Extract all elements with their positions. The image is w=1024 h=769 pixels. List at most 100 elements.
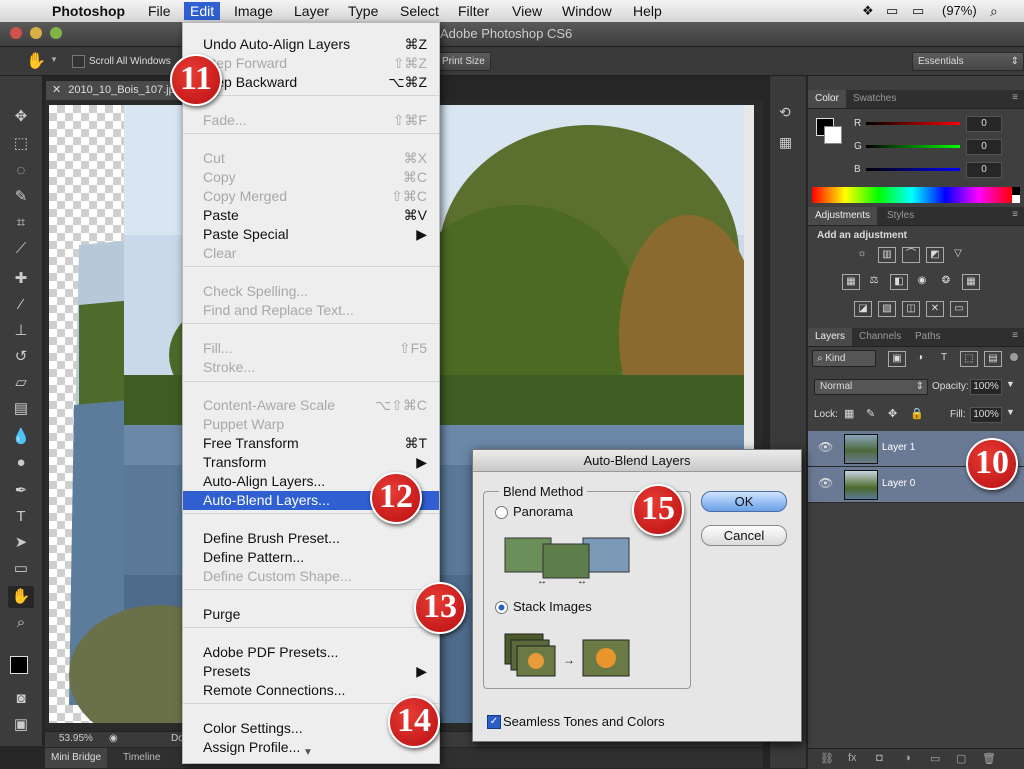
visibility-eye-icon[interactable]: 👁 [818, 476, 833, 490]
fx-icon[interactable]: fx [848, 752, 857, 764]
layer-kind-filter[interactable]: ⌕ Kind [812, 350, 876, 367]
green-value-input[interactable]: 0 [966, 139, 1002, 155]
workspace-select[interactable]: Essentials ⇕ [912, 52, 1024, 71]
menu-help[interactable]: Help [627, 2, 668, 20]
tab-color[interactable]: Color [808, 90, 846, 108]
fill-dropdown-icon[interactable]: ▼ [1006, 407, 1015, 417]
print-size-button[interactable]: Print Size [436, 52, 491, 71]
delete-layer-icon[interactable]: 🗑 [982, 752, 996, 765]
layer-name[interactable]: Layer 0 [882, 478, 915, 489]
menu-layer[interactable]: Layer [288, 2, 335, 20]
lock-position-icon[interactable]: ✥ [888, 407, 897, 420]
menu-edit[interactable]: Edit [184, 2, 221, 20]
spectrum-black[interactable] [1012, 187, 1020, 195]
edit-menu-item[interactable]: Adobe PDF Presets... [183, 643, 439, 662]
exposure-icon[interactable]: ◩ [926, 247, 944, 263]
edit-menu-item[interactable]: Fill... ⇧F5 [183, 339, 439, 358]
properties-panel-icon[interactable]: ▦ [779, 134, 792, 151]
edit-menu-item[interactable]: Cut ⌘X [183, 149, 439, 168]
panel-menu-icon[interactable]: ≡ [1012, 92, 1018, 103]
edit-menu-item[interactable]: Paste Special ▶ [183, 225, 439, 244]
edit-menu-item[interactable]: Define Pattern... [183, 548, 439, 567]
color-balance-icon[interactable]: ⚖ [866, 274, 882, 288]
stack-images-radio[interactable] [495, 601, 508, 614]
lock-pixels-icon[interactable]: ✎ [866, 407, 875, 420]
filter-pixel-icon[interactable]: ▣ [888, 351, 906, 367]
spectrum-white[interactable] [1012, 195, 1020, 203]
tool-preset-dropdown-icon[interactable]: ▼ [50, 55, 58, 64]
edit-menu-item[interactable]: Clear [183, 244, 439, 263]
tab-channels[interactable]: Channels [852, 328, 908, 346]
curves-icon[interactable]: ⌒ [902, 247, 920, 263]
edit-menu-item[interactable]: Fade... ⇧⌘F [183, 111, 439, 130]
lasso-tool-icon[interactable]: ◌ [8, 160, 34, 182]
menu-scroll-down-icon[interactable]: ▼ [303, 747, 313, 758]
crop-tool-icon[interactable]: ⌗ [8, 212, 34, 234]
visibility-eye-icon[interactable]: 👁 [818, 440, 833, 454]
clone-stamp-tool-icon[interactable]: ⊥ [8, 320, 34, 342]
pen-tool-icon[interactable]: ✒ [8, 480, 34, 502]
eraser-tool-icon[interactable]: ▱ [8, 372, 34, 394]
tab-layers[interactable]: Layers [808, 328, 853, 346]
path-selection-tool-icon[interactable]: ➤ [8, 532, 34, 554]
gradient-tool-icon[interactable]: ▤ [8, 398, 34, 420]
add-mask-icon[interactable]: ◘ [876, 752, 883, 764]
blend-mode-select[interactable]: Normal ⇕ [814, 379, 928, 395]
quick-selection-tool-icon[interactable]: ✎ [8, 186, 34, 208]
menu-select[interactable]: Select [394, 2, 445, 20]
edit-menu-item[interactable]: Content-Aware Scale ⌥⇧⌘C [183, 396, 439, 415]
black-white-icon[interactable]: ◧ [890, 274, 908, 290]
dodge-tool-icon[interactable]: ● [8, 452, 34, 474]
lock-all-icon[interactable]: 🔒 [910, 407, 924, 420]
color-lookup-icon[interactable]: ▦ [962, 274, 980, 290]
spotlight-search-icon[interactable]: ⌕ [990, 3, 998, 20]
opacity-input[interactable]: 100% [970, 379, 1002, 395]
dropbox-icon[interactable]: ❖ [862, 3, 874, 19]
scroll-all-windows-checkbox[interactable] [72, 55, 85, 68]
edit-menu-item[interactable]: Copy Merged ⇧⌘C [183, 187, 439, 206]
history-brush-tool-icon[interactable]: ↺ [8, 346, 34, 368]
apple-icon[interactable] [12, 2, 24, 20]
tab-timeline[interactable]: Timeline [117, 748, 166, 768]
link-layers-icon[interactable]: ⛓ [820, 752, 834, 765]
selective-color-icon[interactable]: ✕ [926, 301, 944, 317]
battery-icon[interactable]: ▭ [912, 3, 924, 19]
tab-swatches[interactable]: Swatches [846, 90, 903, 108]
brightness-contrast-icon[interactable]: ☼ [854, 247, 870, 261]
document-tab[interactable]: ✕ 2010_10_Bois_107.jp [45, 80, 183, 100]
blue-value-input[interactable]: 0 [966, 162, 1002, 178]
hand-tool-icon[interactable]: ✋ [26, 51, 46, 71]
new-group-icon[interactable]: ▭ [930, 752, 940, 765]
tab-paths[interactable]: Paths [908, 328, 948, 346]
panorama-radio[interactable] [495, 506, 508, 519]
green-slider[interactable] [866, 145, 960, 148]
filter-smart-object-icon[interactable]: ▤ [984, 351, 1002, 367]
new-layer-icon[interactable]: ▢ [956, 752, 966, 765]
screen-mode-icon[interactable]: ▣ [8, 714, 34, 736]
edit-menu-item[interactable]: Purge [183, 605, 439, 624]
hue-saturation-icon[interactable]: ▦ [842, 274, 860, 290]
photo-filter-icon[interactable]: ◉ [914, 274, 930, 288]
ok-button[interactable]: OK [701, 491, 787, 512]
healing-brush-tool-icon[interactable]: ✚ [8, 268, 34, 290]
close-window-button[interactable] [10, 27, 22, 39]
levels-icon[interactable]: ▥ [878, 247, 896, 263]
menu-view[interactable]: View [506, 2, 548, 20]
edit-menu-item[interactable]: Puppet Warp [183, 415, 439, 434]
edit-menu-item[interactable]: Stroke... [183, 358, 439, 377]
menu-type[interactable]: Type [342, 2, 384, 20]
edit-menu-item[interactable]: Copy ⌘C [183, 168, 439, 187]
filter-shape-icon[interactable]: ⬚ [960, 351, 978, 367]
quick-mask-icon[interactable]: ◙ [8, 688, 34, 710]
invert-icon[interactable]: ◪ [854, 301, 872, 317]
foreground-color-swatch[interactable] [10, 656, 28, 674]
zoom-tool-icon[interactable]: ⌕ [8, 612, 34, 634]
menu-app-photoshop[interactable]: Photoshop [46, 2, 131, 20]
gradient-map-icon[interactable]: ▭ [950, 301, 968, 317]
history-panel-icon[interactable]: ⟲ [779, 104, 791, 121]
edit-menu-item[interactable]: Transform ▶ [183, 453, 439, 472]
panel-menu-icon[interactable]: ≡ [1012, 330, 1018, 341]
type-tool-icon[interactable]: T [8, 506, 34, 528]
zoom-level[interactable]: 53.95% [59, 733, 93, 744]
menu-window[interactable]: Window [556, 2, 618, 20]
